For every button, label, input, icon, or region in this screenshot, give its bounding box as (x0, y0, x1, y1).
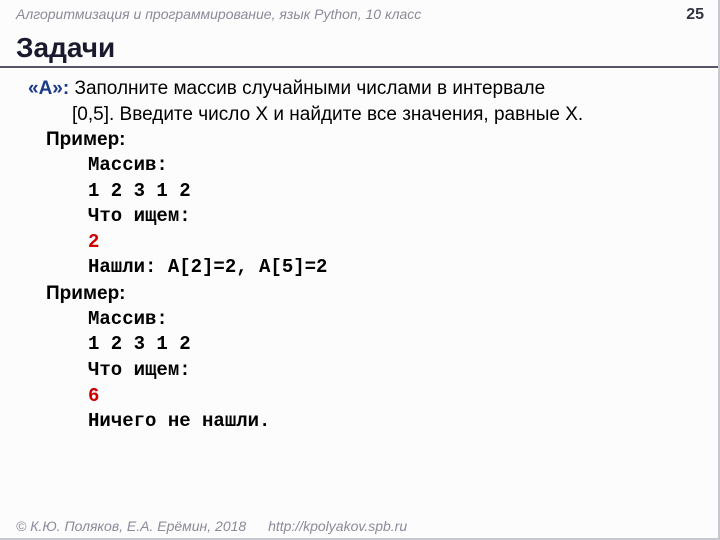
task-text-1: Заполните массив случайными числами в ин… (69, 78, 545, 99)
ex2-l5: Ничего не нашли. (28, 409, 692, 435)
primer-label-2: Пример: (28, 281, 692, 307)
ex2-l3: Что ищем: (28, 358, 692, 384)
course-name: Алгоритмизация и программирование, язык … (16, 6, 421, 22)
task-label: «A»: (28, 78, 69, 99)
ex1-l1: Массив: (28, 153, 692, 179)
slide-title: Задачи (16, 32, 704, 66)
copyright: © К.Ю. Поляков, Е.А. Ерёмин, 2018 (16, 518, 246, 534)
footer-url: http://kpolyakov.spb.ru (268, 518, 407, 534)
slide-header: Алгоритмизация и программирование, язык … (0, 0, 720, 28)
ex1-l3: Что ищем: (28, 204, 692, 230)
page-number: 25 (686, 6, 704, 24)
ex1-l2: 1 2 3 1 2 (28, 179, 692, 205)
ex2-l4: 6 (28, 384, 692, 410)
ex1-l5: Нашли: A[2]=2, A[5]=2 (28, 255, 692, 281)
slide-footer: © К.Ю. Поляков, Е.А. Ерёмин, 2018 http:/… (16, 518, 407, 534)
title-section: Задачи (0, 32, 720, 68)
content-area: «A»: Заполните массив случайными числами… (0, 68, 720, 435)
task-text-2: [0,5]. Введите число X и найдите все зна… (28, 102, 692, 128)
primer-label-1: Пример: (28, 127, 692, 153)
ex1-l4: 2 (28, 230, 692, 256)
ex2-l1: Массив: (28, 307, 692, 333)
task-row1: «A»: Заполните массив случайными числами… (28, 76, 692, 102)
ex2-l2: 1 2 3 1 2 (28, 332, 692, 358)
